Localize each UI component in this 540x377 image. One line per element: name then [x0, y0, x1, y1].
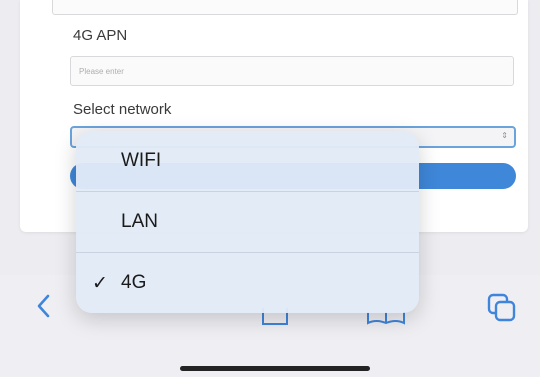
option-label: LAN	[121, 211, 158, 232]
picker-option-wifi[interactable]: WIFI	[76, 131, 419, 191]
option-label: 4G	[121, 272, 147, 293]
option-label: WIFI	[121, 150, 162, 171]
picker-option-lan[interactable]: LAN	[76, 191, 419, 252]
picker-option-4g[interactable]: ✓ 4G	[76, 252, 419, 313]
network-picker-popup: WIFI LAN ✓ 4G	[76, 131, 419, 313]
checkmark-icon: ✓	[92, 272, 108, 294]
